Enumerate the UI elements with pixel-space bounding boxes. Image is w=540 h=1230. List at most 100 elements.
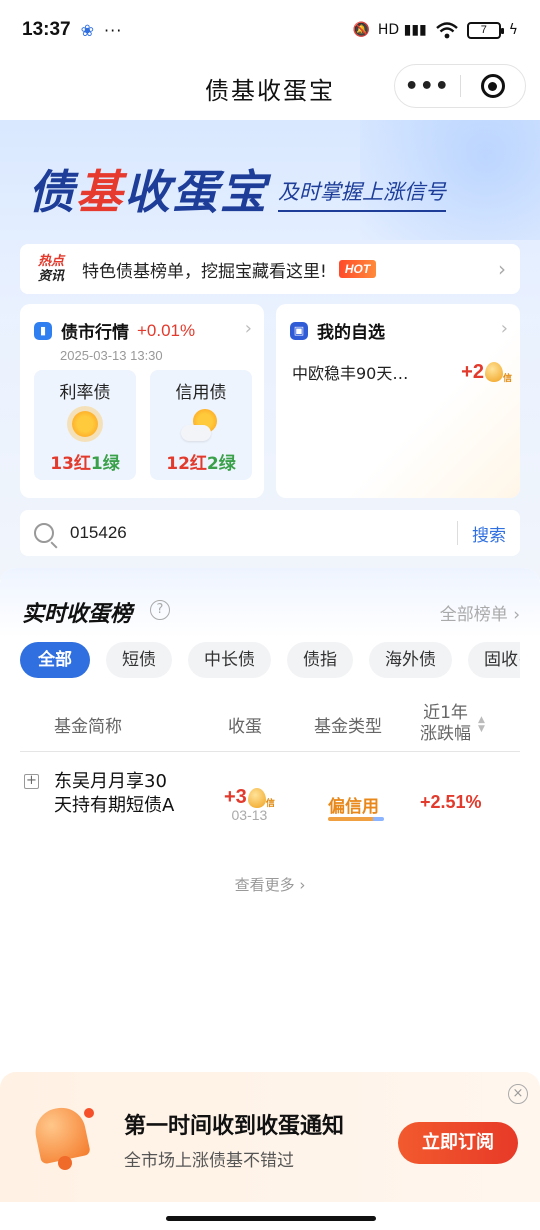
- status-bar: 13:37 ❀ ··· 🔕 HD ▮▮▮ 7 ϟ: [0, 0, 540, 60]
- chip-bond-index[interactable]: 债指: [287, 642, 353, 678]
- view-more-link[interactable]: 查看更多 ›: [0, 874, 540, 895]
- col-fund-name: 基金简称: [54, 716, 122, 737]
- market-change: +0.01%: [137, 320, 196, 340]
- news-tag-line1: 热点: [37, 254, 64, 269]
- close-icon[interactable]: ×: [508, 1084, 528, 1104]
- table-header: 基金简称 收蛋 基金类型 近1年 涨跌幅 ▲ ▼: [20, 696, 520, 752]
- subscribe-button[interactable]: 立即订阅: [398, 1122, 518, 1164]
- market-timestamp: 2025-03-13 13:30: [60, 348, 163, 363]
- wifi-icon: [435, 22, 458, 39]
- brand-logo: 债基收蛋宝: [28, 156, 268, 222]
- subscribe-banner: 第一时间收到收蛋通知 全市场上涨债基不错过 立即订阅 ×: [0, 1072, 540, 1202]
- market-card-title: 债市行情: [61, 323, 129, 343]
- egg-value: +3 信: [224, 786, 275, 809]
- more-button[interactable]: •••: [395, 74, 460, 99]
- all-rankings-link[interactable]: 全部榜单 ›: [440, 600, 520, 625]
- ranking-title: 实时收蛋榜: [22, 602, 133, 627]
- egg-cell: +3 信 03-13: [224, 786, 275, 823]
- watchlist-item-egg: +2 信: [461, 361, 512, 384]
- col-change-1y[interactable]: 近1年 涨跌幅: [420, 696, 471, 752]
- plus-box-icon[interactable]: +: [24, 774, 39, 789]
- chevron-right-icon: ›: [498, 257, 506, 281]
- chip-fixed-income-plus[interactable]: 固收+: [468, 642, 520, 678]
- battery-icon: 7: [466, 21, 504, 39]
- market-card-header: ▮ 债市行情 +0.01%: [34, 318, 195, 343]
- logo-char-rest: 收蛋宝: [124, 165, 268, 219]
- mini-program-titlebar: 债基收蛋宝 •••: [0, 60, 540, 116]
- credit-bond-label: 信用债: [175, 383, 227, 403]
- status-right-icons: 🔕 HD ▮▮▮ 7 ϟ: [352, 21, 518, 39]
- egg-date: 03-13: [231, 807, 268, 823]
- fund-type-bar: [328, 817, 384, 821]
- credit-bond-count: 12红2绿: [150, 449, 252, 474]
- baidu-paw-icon: ❀: [80, 20, 95, 40]
- status-more-dots: ···: [104, 20, 123, 40]
- fund-search-bar[interactable]: 015426 搜索: [20, 510, 520, 556]
- col-fund-type: 基金类型: [314, 716, 382, 737]
- fund-type: 偏信用: [328, 797, 379, 817]
- logo-char-1: 债: [28, 165, 76, 219]
- watchlist-item-name: 中欧稳丰90天…: [292, 364, 409, 383]
- watchlist-header: ▣ 我的自选: [290, 318, 385, 343]
- rate-bond-label: 利率债: [59, 383, 111, 403]
- question-icon[interactable]: ?: [150, 600, 170, 620]
- fund-change: +2.51%: [420, 792, 482, 812]
- home-indicator[interactable]: [166, 1216, 376, 1221]
- hot-badge: HOT: [338, 260, 377, 278]
- egg-icon: [484, 362, 503, 383]
- capsule-menu: •••: [394, 64, 526, 108]
- egg-icon: [247, 787, 266, 808]
- news-text: 特色债基榜单，挖掘宝藏看这里!: [82, 261, 327, 282]
- close-ring-icon: [480, 74, 505, 98]
- rate-bond-tile[interactable]: 利率债 13红1绿: [34, 370, 136, 480]
- sort-icon[interactable]: ▲ ▼: [478, 716, 485, 734]
- search-divider: [457, 521, 458, 545]
- credit-bond-green: 2绿: [206, 454, 236, 474]
- rate-bond-count: 13红1绿: [34, 449, 136, 474]
- mute-icon: 🔕: [352, 22, 370, 38]
- bond-market-card[interactable]: ▮ 债市行情 +0.01% › 2025-03-13 13:30 利率债 13红…: [20, 304, 264, 498]
- search-input[interactable]: 015426: [70, 523, 127, 543]
- bookmark-icon: ▣: [290, 321, 308, 340]
- credit-bond-red: 12红: [166, 454, 207, 474]
- brand-slogan: 及时掌握上涨信号: [278, 176, 446, 212]
- logo-char-2: 基: [76, 165, 124, 219]
- bar-chart-icon: ▮: [34, 321, 52, 340]
- chip-short-bond[interactable]: 短债: [106, 642, 172, 678]
- chevron-right-icon: ›: [500, 318, 508, 339]
- subscribe-title: 第一时间收到收蛋通知: [124, 1114, 345, 1139]
- egg-count: +3: [224, 786, 247, 808]
- close-mini-program-button[interactable]: [461, 74, 526, 98]
- col-change-line1: 近1年: [423, 703, 468, 723]
- page-title: 债基收蛋宝: [205, 76, 335, 105]
- news-banner[interactable]: 热点 资讯 特色债基榜单，挖掘宝藏看这里! HOT ›: [20, 244, 520, 294]
- watchlist-item[interactable]: 中欧稳丰90天… +2 信: [292, 360, 512, 384]
- rate-bond-red: 13红: [50, 454, 91, 474]
- rate-bond-green: 1绿: [90, 454, 120, 474]
- hero-section: 债基收蛋宝 及时掌握上涨信号 热点 资讯 特色债基榜单，挖掘宝藏看这里! HOT…: [0, 120, 540, 580]
- col-change-line2: 涨跌幅: [420, 724, 471, 744]
- chip-all[interactable]: 全部: [20, 642, 90, 678]
- credit-bond-tile[interactable]: 信用债 12红2绿: [150, 370, 252, 480]
- news-tag: 热点 资讯: [34, 254, 68, 284]
- search-icon: [34, 523, 54, 543]
- sun-icon: [72, 411, 98, 437]
- fund-name: 东吴月月享30天持有期短债A: [54, 771, 175, 816]
- chip-overseas-bond[interactable]: 海外债: [369, 642, 452, 678]
- charging-icon: ϟ: [508, 22, 518, 38]
- search-button[interactable]: 搜索: [472, 521, 506, 546]
- watchlist-card[interactable]: ▣ 我的自选 › 中欧稳丰90天… +2 信: [276, 304, 520, 498]
- col-egg: 收蛋: [228, 716, 262, 737]
- news-tag-line2: 资讯: [37, 269, 64, 284]
- status-time: 13:37: [22, 19, 71, 40]
- signal-icon: HD ▮▮▮: [377, 22, 427, 38]
- category-chips: 全部 短债 中长债 债指 海外债 固收+: [20, 642, 520, 678]
- watchlist-item-value: +2: [461, 360, 484, 383]
- chip-mid-long-bond[interactable]: 中长债: [188, 642, 271, 678]
- table-row[interactable]: + 东吴月月享30天持有期短债A +3 信 03-13 偏信用 +2.51%: [20, 764, 520, 850]
- subscribe-subtitle: 全市场上涨债基不错过: [124, 1151, 294, 1171]
- bell-icon: [28, 1102, 94, 1174]
- cloud-sun-icon: [181, 409, 221, 441]
- ranking-section: 实时收蛋榜 ? 全部榜单 › 全部 短债 中长债 债指 海外债 固收+ 基金简称…: [0, 568, 540, 1068]
- watchlist-title: 我的自选: [317, 323, 385, 343]
